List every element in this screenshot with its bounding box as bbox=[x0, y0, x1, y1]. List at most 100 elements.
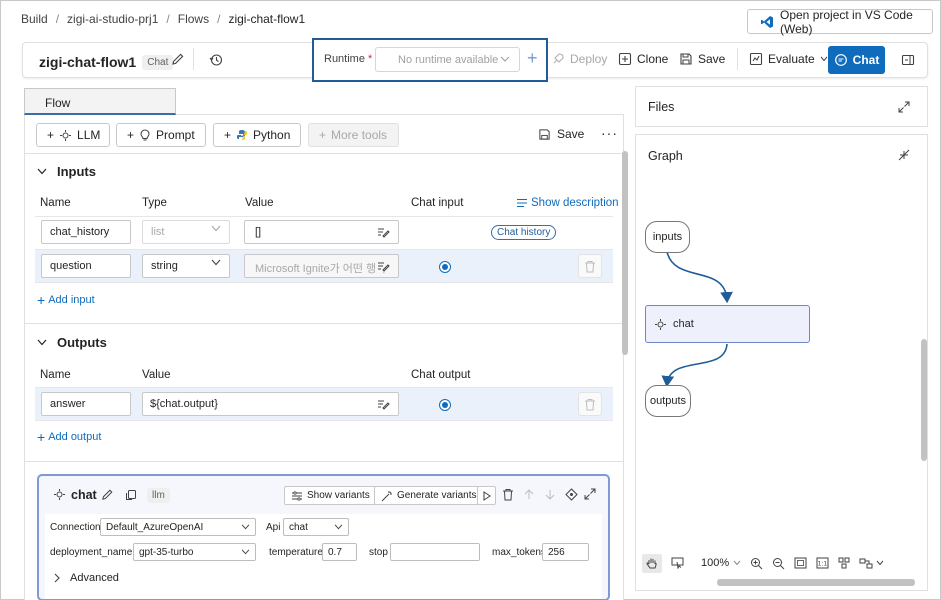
inputs-section-header[interactable]: Inputs bbox=[37, 164, 96, 179]
add-python-button[interactable]: + Python bbox=[213, 123, 301, 147]
graph-vertical-scrollbar[interactable] bbox=[921, 339, 927, 461]
left-panel-scrollbar[interactable] bbox=[622, 151, 628, 355]
zoom-out-icon[interactable] bbox=[772, 557, 785, 570]
input-name-field[interactable]: chat_history bbox=[41, 220, 131, 244]
outputs-title: Outputs bbox=[57, 335, 107, 350]
generate-variants-button[interactable]: Generate variants bbox=[374, 486, 484, 505]
connection-dropdown[interactable]: Default_AzureOpenAI bbox=[100, 518, 256, 536]
toolbar-save-button[interactable]: Save bbox=[679, 52, 725, 66]
expand-edit-icon[interactable] bbox=[377, 226, 390, 238]
edit-name-icon[interactable] bbox=[171, 52, 185, 66]
deploy-button[interactable]: Deploy bbox=[551, 52, 607, 66]
evaluate-button[interactable]: Evaluate bbox=[749, 52, 828, 66]
arrow-up-icon[interactable] bbox=[524, 489, 534, 500]
delete-output-button[interactable] bbox=[578, 392, 602, 416]
expand-edit-icon[interactable] bbox=[375, 260, 390, 272]
input-value-field[interactable]: [] bbox=[244, 220, 399, 244]
save-icon bbox=[679, 52, 693, 66]
llm-icon bbox=[59, 129, 72, 142]
history-icon[interactable] bbox=[209, 53, 223, 67]
chat-button[interactable]: Chat bbox=[828, 46, 885, 74]
add-llm-button[interactable]: + LLM bbox=[36, 123, 110, 147]
output-value-field[interactable]: ${chat.output} bbox=[142, 392, 399, 416]
llm-label: LLM bbox=[77, 128, 101, 142]
chevron-down-icon bbox=[334, 524, 343, 530]
chat-input-radio[interactable] bbox=[439, 261, 451, 273]
trash-icon[interactable] bbox=[502, 488, 514, 501]
graph-node-outputs[interactable]: outputs bbox=[645, 385, 691, 417]
input-type-dropdown[interactable]: string bbox=[142, 254, 230, 278]
input-type-dropdown[interactable]: list bbox=[142, 220, 230, 244]
zoom-in-icon[interactable] bbox=[750, 557, 763, 570]
graph-node-chat[interactable]: chat bbox=[645, 305, 810, 343]
breadcrumb-project[interactable]: zigi-ai-studio-prj1 bbox=[67, 12, 158, 26]
input-value-field[interactable]: Microsoft Ignite가 어떤 행사 bbox=[244, 254, 399, 278]
edit-node-name-icon[interactable] bbox=[101, 488, 114, 501]
layout-options-icon[interactable] bbox=[859, 558, 884, 569]
show-description-link[interactable]: Show description bbox=[516, 197, 619, 209]
output-name-field[interactable]: answer bbox=[41, 392, 131, 416]
chat-output-radio[interactable] bbox=[439, 399, 451, 411]
breadcrumb-current: zigi-chat-flow1 bbox=[228, 12, 306, 26]
save-label: Save bbox=[698, 52, 726, 66]
deployment-dropdown[interactable]: gpt-35-turbo bbox=[133, 543, 256, 561]
temperature-input[interactable]: 0.7 bbox=[322, 543, 357, 561]
connection-label: Connection bbox=[50, 522, 101, 533]
show-variants-button[interactable]: Show variants bbox=[284, 486, 377, 505]
chevron-right-icon bbox=[54, 573, 60, 583]
arrow-down-icon[interactable] bbox=[545, 489, 555, 500]
llm-node-card: chat llm Show variants Generate variants… bbox=[37, 474, 610, 600]
pan-hand-icon[interactable] bbox=[642, 553, 662, 573]
deploy-label: Deploy bbox=[570, 52, 608, 66]
outputs-section-header[interactable]: Outputs bbox=[37, 335, 107, 350]
max-tokens-input[interactable]: 256 bbox=[542, 543, 589, 561]
expand-icon[interactable] bbox=[584, 488, 596, 500]
panel-toggle-icon[interactable] bbox=[901, 53, 915, 67]
stop-label: stop bbox=[369, 547, 388, 558]
svg-text:1:1: 1:1 bbox=[818, 561, 828, 568]
locate-icon[interactable] bbox=[565, 488, 578, 501]
add-runtime-icon[interactable]: + bbox=[527, 49, 538, 67]
divider bbox=[35, 249, 613, 250]
llm-icon bbox=[654, 318, 667, 331]
graph-node-inputs[interactable]: inputs bbox=[645, 221, 690, 253]
open-vscode-button[interactable]: Open project in VS Code (Web) bbox=[747, 8, 933, 36]
stop-input[interactable] bbox=[390, 543, 480, 561]
breadcrumb-separator: / bbox=[217, 12, 221, 26]
tab-flow[interactable]: Flow bbox=[24, 88, 176, 115]
delete-input-button[interactable] bbox=[578, 254, 602, 278]
chevron-down-icon bbox=[241, 549, 250, 555]
graph-horizontal-scrollbar[interactable] bbox=[717, 579, 915, 586]
select-pointer-icon[interactable] bbox=[671, 557, 684, 569]
graph-toolbar: 100% 1:1 bbox=[637, 549, 921, 577]
chevron-down-icon bbox=[211, 259, 221, 266]
add-input-link[interactable]: + Add input bbox=[37, 292, 95, 308]
flow-save-label: Save bbox=[557, 127, 585, 141]
more-tools-button[interactable]: + More tools bbox=[308, 123, 399, 147]
temperature-label: temperature bbox=[269, 547, 323, 558]
flow-title: zigi-chat-flow1 Chat bbox=[39, 54, 174, 70]
clone-icon bbox=[618, 52, 632, 66]
api-dropdown[interactable]: chat bbox=[283, 518, 349, 536]
prompt-label: Prompt bbox=[156, 128, 195, 142]
flow-save-button[interactable]: Save bbox=[538, 127, 584, 141]
actual-size-icon[interactable]: 1:1 bbox=[816, 557, 829, 569]
expand-icon[interactable] bbox=[898, 101, 910, 113]
advanced-toggle[interactable]: Advanced bbox=[54, 572, 119, 584]
zoom-dropdown[interactable]: 100% bbox=[701, 557, 741, 569]
input-name-field[interactable]: question bbox=[41, 254, 131, 278]
plus-icon: + bbox=[224, 128, 232, 142]
expand-edit-icon[interactable] bbox=[377, 398, 390, 410]
breadcrumb-build[interactable]: Build bbox=[21, 12, 48, 26]
copy-icon[interactable] bbox=[125, 489, 137, 501]
save-icon bbox=[538, 128, 551, 141]
add-prompt-button[interactable]: + Prompt bbox=[116, 123, 206, 147]
run-node-button[interactable] bbox=[477, 486, 496, 505]
auto-layout-icon[interactable] bbox=[838, 557, 850, 569]
add-output-link[interactable]: + Add output bbox=[37, 429, 101, 445]
runtime-dropdown[interactable]: No runtime available bbox=[375, 47, 520, 72]
more-options-icon[interactable]: ··· bbox=[601, 125, 618, 141]
clone-button[interactable]: Clone bbox=[618, 52, 668, 66]
fit-view-icon[interactable] bbox=[794, 557, 807, 569]
breadcrumb-flows[interactable]: Flows bbox=[178, 12, 209, 26]
